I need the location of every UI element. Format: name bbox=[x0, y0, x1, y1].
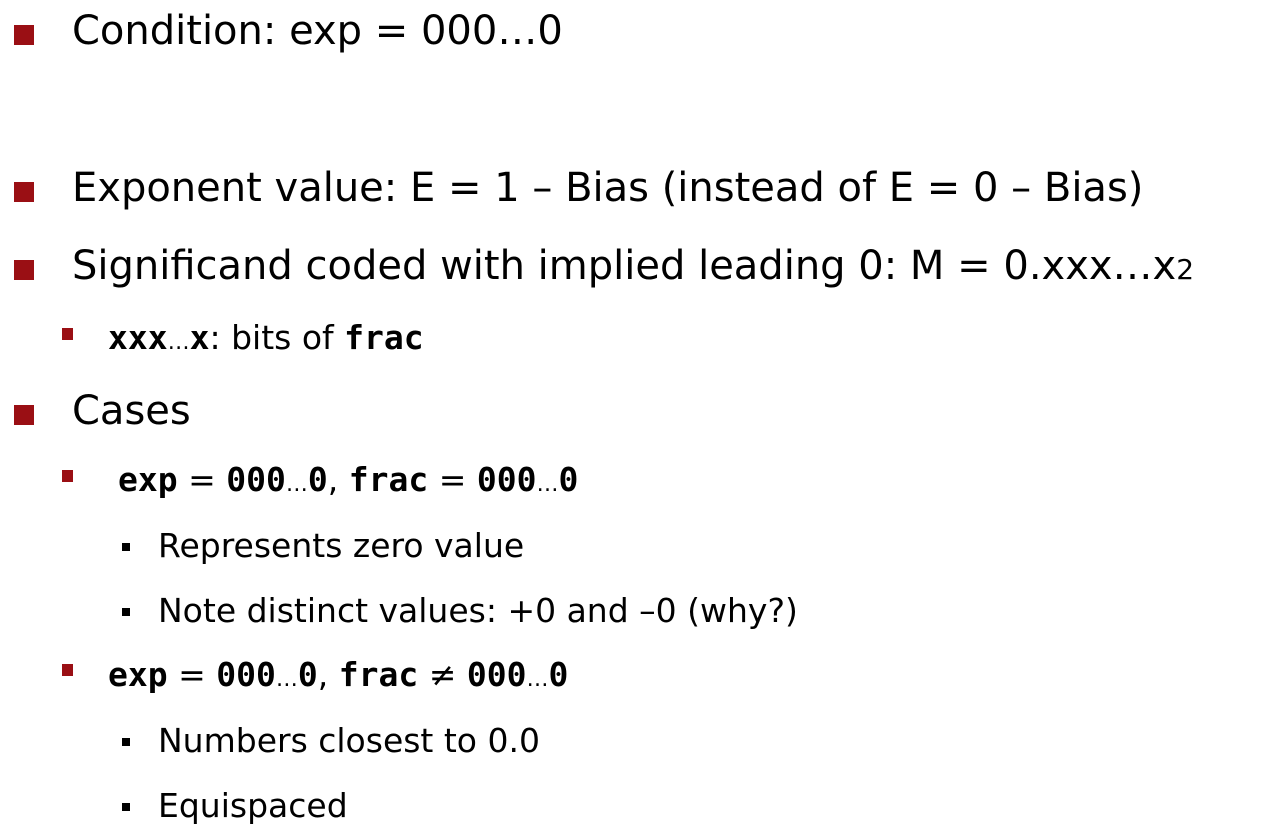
cases-label: Cases bbox=[72, 388, 191, 434]
case2-item-2: Equispaced bbox=[158, 786, 348, 825]
bullet-dot-icon bbox=[122, 738, 130, 746]
code-bits: xxx bbox=[108, 318, 168, 357]
code-frac: frac bbox=[338, 655, 419, 694]
bits-of-text: : bits of bbox=[209, 318, 345, 357]
value-zeros: 000 bbox=[466, 655, 527, 694]
case1-line: exp = 000…0, frac = 000…0 bbox=[118, 460, 578, 499]
ellipsis: … bbox=[285, 472, 308, 497]
comma: , bbox=[317, 655, 339, 694]
value-zero: 0 bbox=[297, 655, 318, 694]
equals: = bbox=[167, 655, 217, 694]
significand-text: Significand coded with implied leading 0… bbox=[72, 243, 1177, 289]
value-zero: 0 bbox=[307, 460, 328, 499]
bullet-square-icon bbox=[14, 25, 34, 45]
equals: = bbox=[428, 460, 477, 499]
bullet-dot-icon bbox=[122, 803, 130, 811]
code-exp: exp bbox=[108, 655, 168, 694]
ellipsis: … bbox=[167, 330, 190, 355]
value-zeros: 000 bbox=[226, 460, 286, 499]
comma: , bbox=[327, 460, 349, 499]
bullet-square-icon bbox=[14, 260, 34, 280]
case2-item-text: Equispaced bbox=[158, 786, 348, 825]
significand-line: Significand coded with implied leading 0… bbox=[72, 243, 1194, 289]
bullet-square-icon bbox=[14, 405, 34, 425]
bullet-dot-icon bbox=[122, 608, 130, 616]
condition-text: Condition: exp = 000…0 bbox=[72, 8, 563, 54]
bullet-small-square-icon bbox=[62, 470, 73, 482]
case1-item-2: Note distinct values: +0 and –0 (why?) bbox=[158, 591, 798, 630]
cases-line: Cases bbox=[72, 388, 191, 434]
case2-item-text: Numbers closest to 0.0 bbox=[158, 721, 540, 760]
case1-item-text: Represents zero value bbox=[158, 526, 525, 565]
code-exp: exp bbox=[118, 460, 178, 499]
ellipsis: … bbox=[275, 667, 298, 692]
value-zeros: 000 bbox=[216, 655, 276, 694]
value-zero: 0 bbox=[558, 460, 579, 499]
bullet-small-square-icon bbox=[62, 664, 73, 676]
equals: = bbox=[177, 460, 227, 499]
case2-line: exp = 000…0, frac ≠ 000…0 bbox=[108, 655, 568, 694]
ellipsis: … bbox=[536, 472, 559, 497]
value-zeros: 000 bbox=[476, 460, 537, 499]
significand-subitem: xxx…x: bits of frac bbox=[108, 318, 424, 357]
condition-line: Condition: exp = 000…0 bbox=[72, 8, 563, 54]
bullet-small-square-icon bbox=[62, 328, 73, 340]
case1-item-1: Represents zero value bbox=[158, 526, 524, 565]
bullet-dot-icon bbox=[122, 543, 130, 551]
code-x: x bbox=[189, 318, 210, 357]
bullet-square-icon bbox=[14, 182, 34, 202]
case1-item-text: Note distinct values: +0 and –0 (why?) bbox=[158, 591, 798, 630]
value-zero: 0 bbox=[548, 655, 569, 694]
code-frac: frac bbox=[348, 460, 429, 499]
exponent-text: Exponent value: E = 1 – Bias (instead of… bbox=[72, 165, 1144, 211]
ellipsis: … bbox=[526, 667, 549, 692]
not-equals: ≠ bbox=[418, 655, 467, 694]
exponent-line: Exponent value: E = 1 – Bias (instead of… bbox=[72, 165, 1143, 211]
code-frac: frac bbox=[344, 318, 424, 357]
case2-item-1: Numbers closest to 0.0 bbox=[158, 721, 540, 760]
significand-subscript: 2 bbox=[1176, 253, 1195, 286]
